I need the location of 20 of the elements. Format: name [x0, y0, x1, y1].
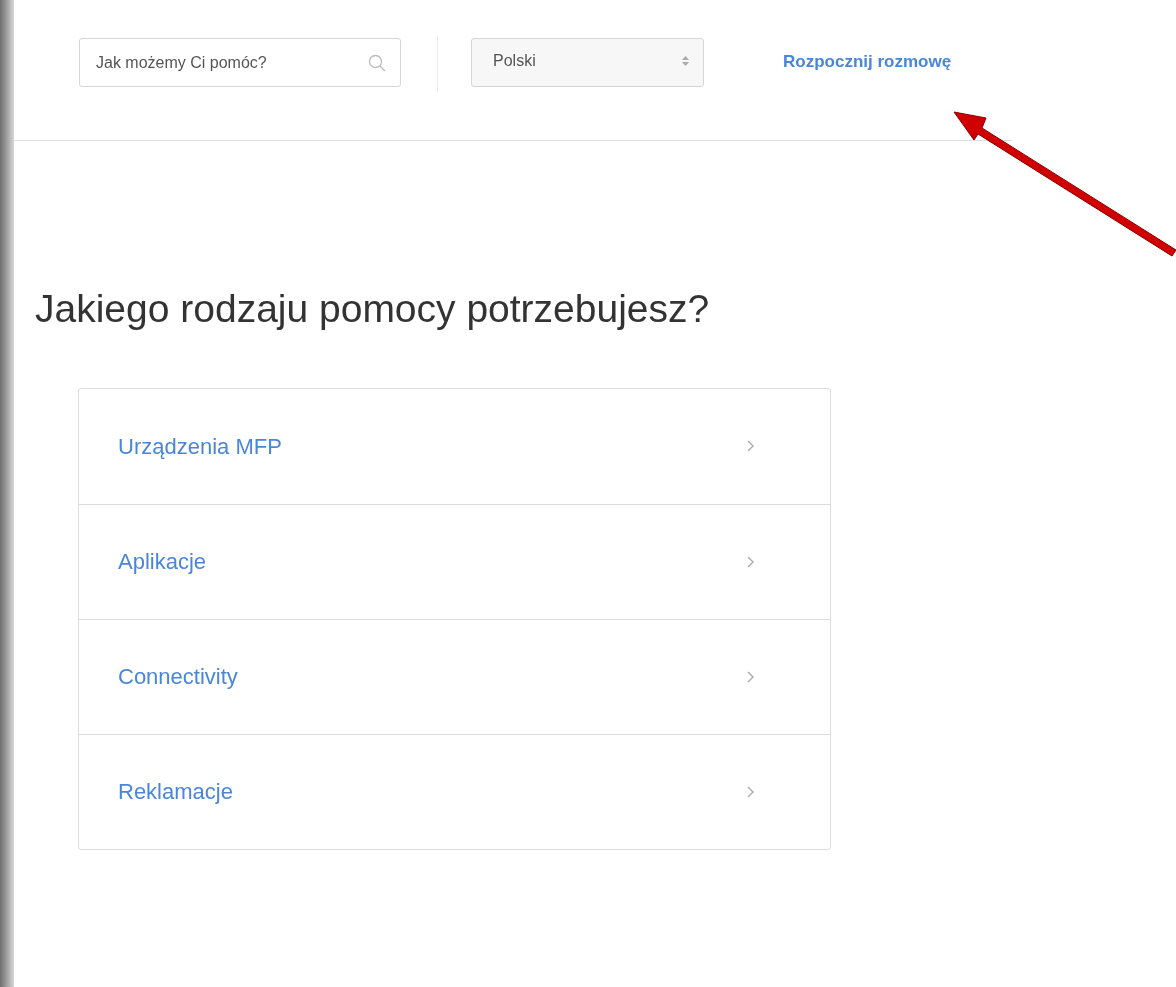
search-icon	[368, 53, 386, 72]
category-item[interactable]: Connectivity	[79, 618, 830, 734]
select-value: Polski	[493, 51, 536, 71]
chevron-right-icon	[747, 785, 754, 798]
category-label: Urządzenia MFP	[118, 432, 282, 461]
category-item[interactable]: Reklamacje	[79, 733, 830, 849]
page-heading: Jakiego rodzaju pomocy potrzebujesz?	[35, 286, 711, 332]
category-item[interactable]: Aplikacje	[79, 503, 830, 619]
search-input[interactable]: Jak możemy Ci pomóc?	[96, 50, 368, 75]
category-item[interactable]: Urządzenia MFP	[79, 388, 830, 504]
category-label: Aplikacje	[118, 548, 207, 576]
chevron-right-icon	[747, 440, 754, 452]
sort-arrows-icon	[682, 56, 689, 66]
start-chat-link[interactable]: Rozpocznij rozmowę	[783, 49, 952, 75]
category-label: Reklamacje	[118, 778, 233, 806]
chevron-right-icon	[747, 555, 754, 568]
category-label: Connectivity	[118, 663, 238, 691]
search-field[interactable]: Jak możemy Ci pomóc?	[79, 38, 401, 87]
chevron-right-icon	[747, 670, 754, 683]
language-select[interactable]: Polski	[471, 38, 704, 87]
